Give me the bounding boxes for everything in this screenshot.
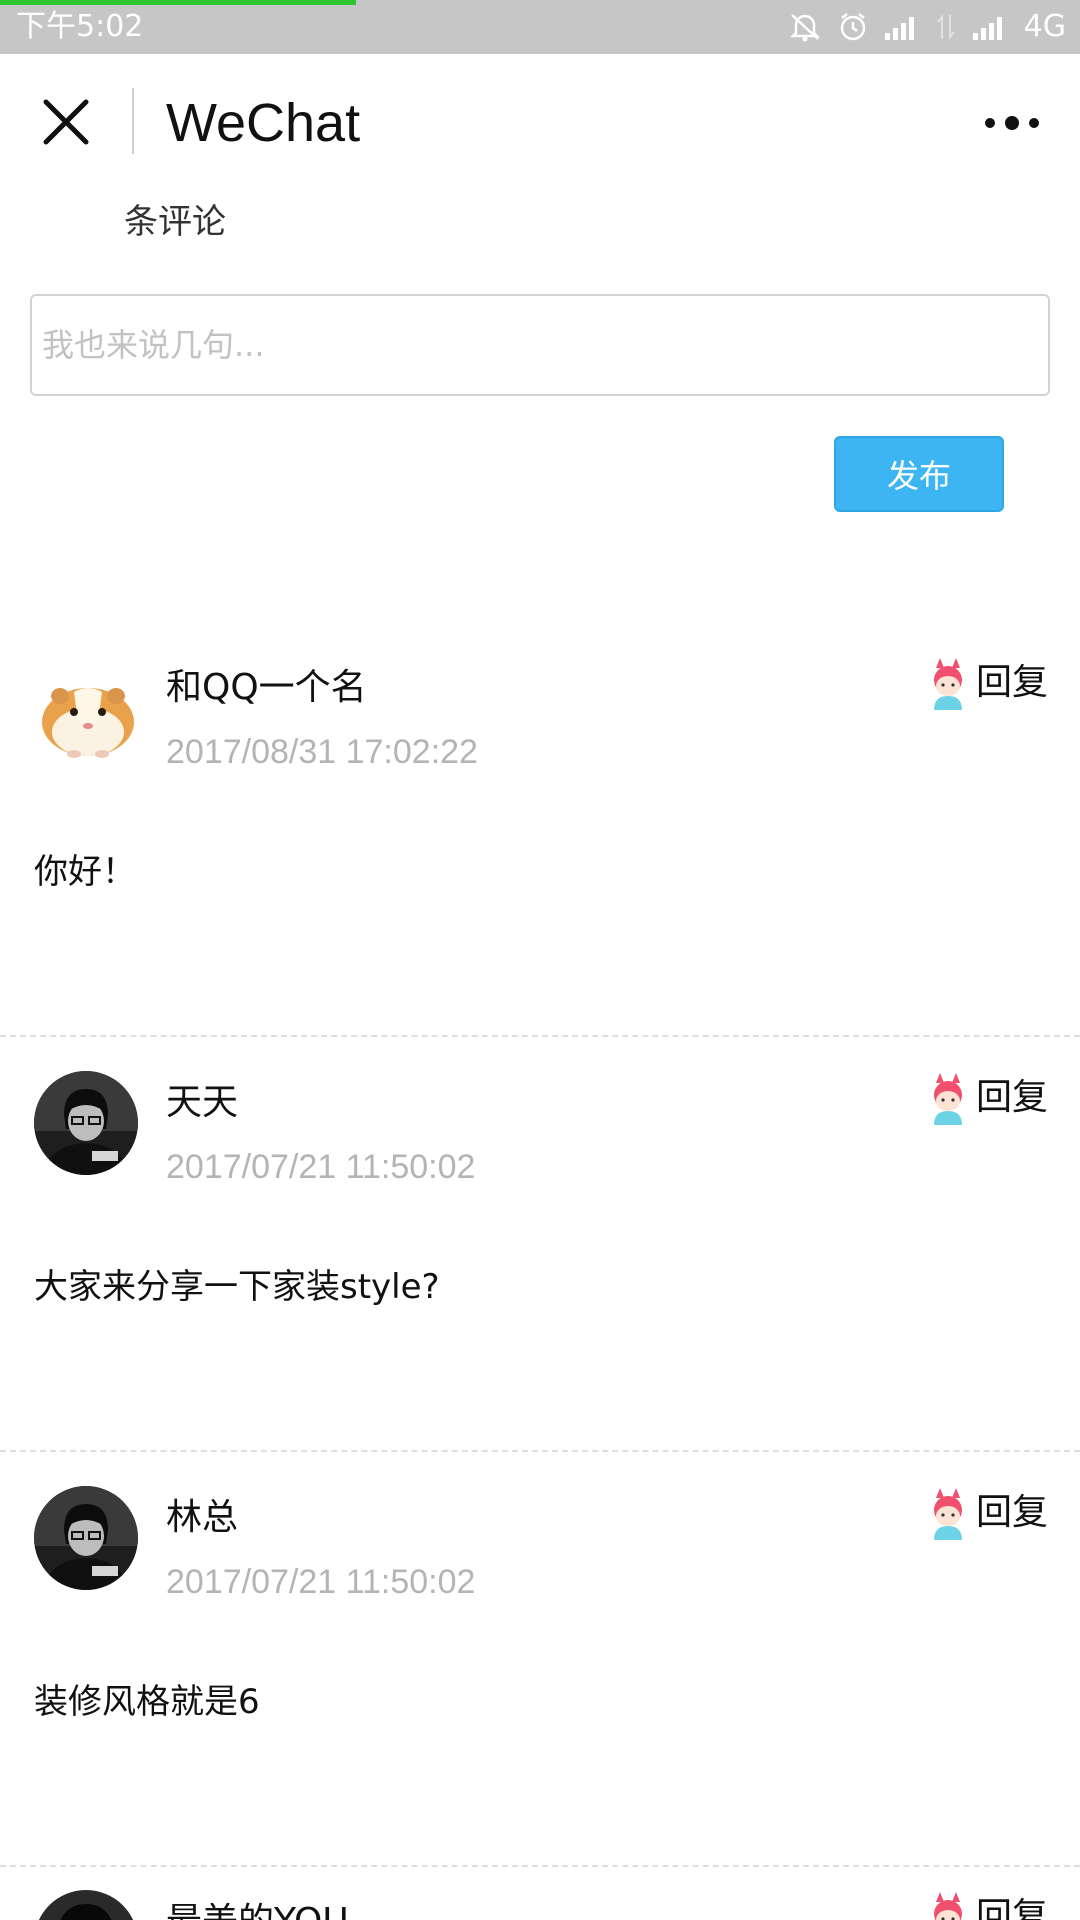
comment-author: 最美的YOU [166,1900,349,1920]
comment-timestamp: 2017/08/31 17:02:22 [166,733,478,771]
comment-item: 和QQ一个名 2017/08/31 17:02:22 回复 你好！ [0,622,1080,1037]
data-transfer-icon [936,13,956,41]
comment-text: 大家来分享一下家装style? [34,1267,440,1307]
comment-timestamp: 2017/07/21 11:50:02 [166,1563,476,1601]
page-title: WeChat [166,93,361,153]
comment-input[interactable] [30,294,1050,396]
close-icon [43,99,89,145]
man-glasses-avatar[interactable] [34,1486,138,1590]
comment-count-label: 条评论 [124,202,226,242]
hamster-avatar[interactable] [34,656,138,760]
comment-text: 你好！ [34,852,136,892]
network-type: 4G [1023,9,1066,44]
reply-label: 回复 [975,662,1048,703]
reply-button[interactable]: 回复 [928,1890,1048,1920]
title-divider [132,88,134,154]
page-load-progress [0,0,356,5]
mute-icon [788,11,822,43]
comment-item: 天天 2017/07/21 11:50:02 回复 大家来分享一下家装style… [0,1037,1080,1452]
reply-button[interactable]: 回复 [928,1071,1048,1125]
signal-strength-icon [884,13,920,41]
comment-item: 最美的YOU 回复 [0,1856,1080,1920]
comment-author: 和QQ一个名 [166,667,367,708]
comment-author: 林总 [166,1497,239,1538]
reply-button[interactable]: 回复 [928,656,1048,710]
woman-avatar[interactable] [34,1890,138,1920]
more-dots-icon [985,116,1039,130]
close-button[interactable] [34,90,98,154]
title-bar: WeChat [0,54,1080,194]
comment-author: 天天 [166,1082,239,1123]
comment-item: 林总 2017/07/21 11:50:02 回复 装修风格就是6 [0,1452,1080,1867]
comment-text: 装修风格就是6 [34,1682,260,1722]
publish-button[interactable]: 发布 [834,436,1004,512]
alarm-icon [838,12,868,42]
reply-button[interactable]: 回复 [928,1486,1048,1540]
signal-strength-icon-2 [972,13,1008,41]
status-icons: 4G [788,10,1066,44]
reply-label: 回复 [975,1492,1048,1533]
status-time: 下午5:02 [16,9,144,44]
reply-label: 回复 [975,1896,1048,1920]
reply-avatar-icon [933,1488,962,1540]
reply-avatar-icon [933,1892,962,1920]
reply-avatar-icon [933,658,962,710]
man-glasses-avatar[interactable] [34,1071,138,1175]
reply-avatar-icon [933,1073,962,1125]
status-bar: 下午5:02 4G [0,0,1080,54]
more-button[interactable] [974,106,1050,140]
reply-label: 回复 [975,1077,1048,1118]
comment-timestamp: 2017/07/21 11:50:02 [166,1148,476,1186]
